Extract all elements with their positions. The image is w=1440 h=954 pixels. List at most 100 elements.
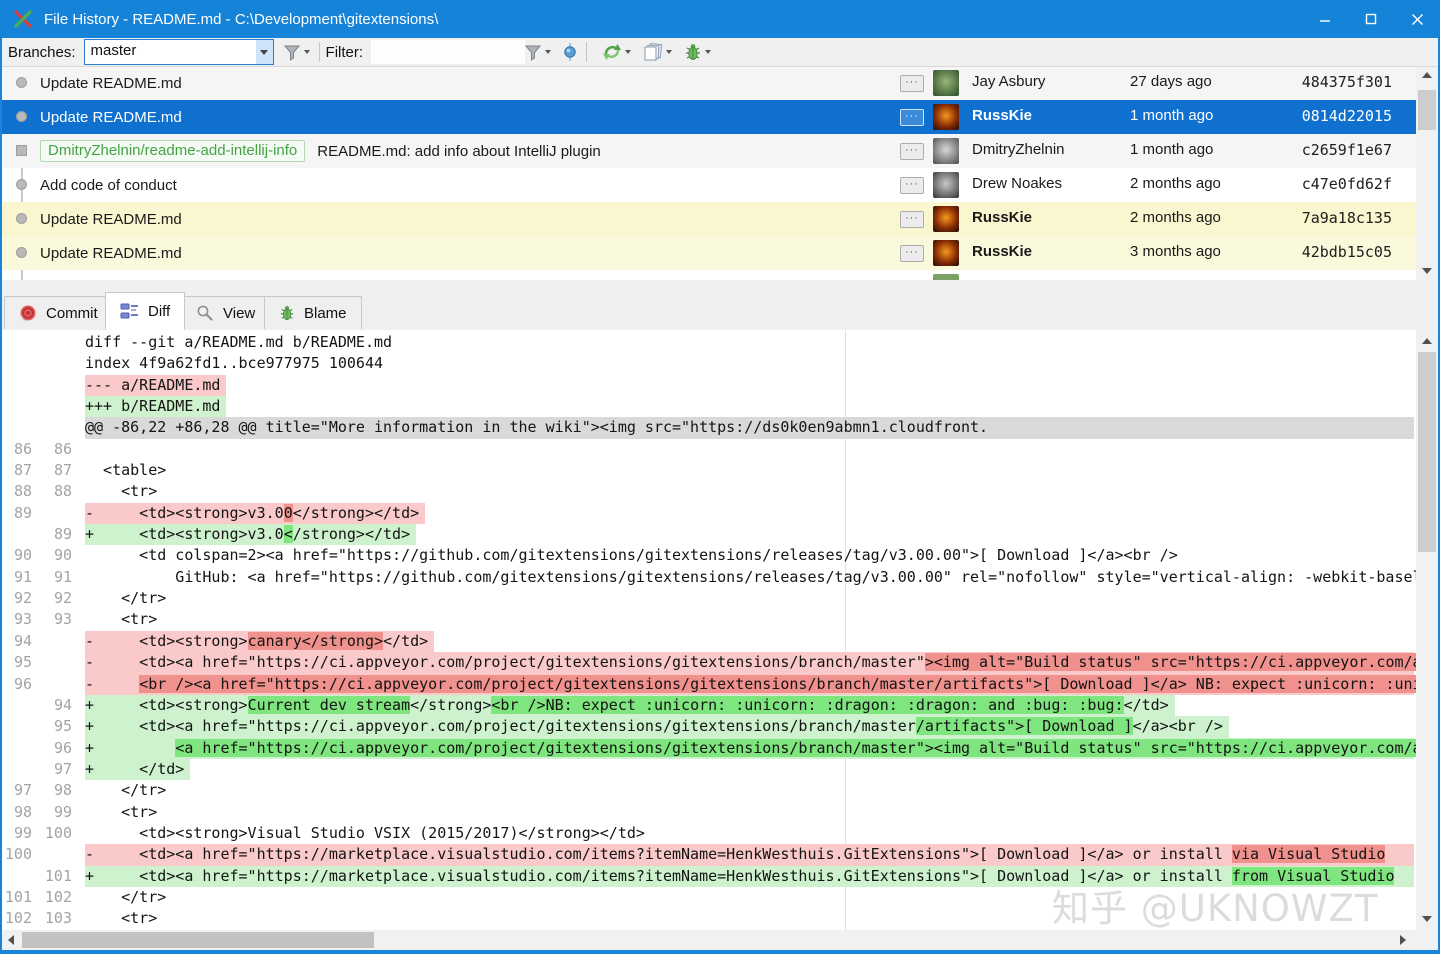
branch-filter-button[interactable] — [280, 42, 313, 63]
graph-node-circle — [16, 213, 27, 224]
more-actions-button[interactable]: ··· — [900, 109, 924, 126]
scrollbar-thumb[interactable] — [22, 932, 374, 948]
scroll-down-icon[interactable] — [1416, 262, 1438, 280]
file-history-window: File History - README.md - C:\Developmen… — [0, 0, 1440, 954]
commit-author: RussKie — [972, 243, 1032, 260]
old-line-number — [2, 695, 32, 716]
old-line-number: 93 — [2, 609, 32, 630]
close-button[interactable] — [1394, 0, 1440, 38]
minimize-button[interactable] — [1302, 0, 1348, 38]
diff-line: 96- <br /><a href="https://ci.appveyor.c… — [2, 674, 1416, 695]
old-line-number: 88 — [2, 481, 32, 502]
diff-line: 9899 <tr> — [2, 802, 1416, 823]
diff-line-text: + <td><strong>v3.0</strong></td> — [85, 524, 1416, 545]
commit-message-cell: Update README.md — [40, 202, 182, 236]
tab-commit[interactable]: Commit — [4, 296, 113, 329]
chevron-down-icon — [304, 50, 310, 54]
old-line-number: 98 — [2, 802, 32, 823]
diff-line-text: </tr> — [85, 780, 1416, 801]
more-actions-button[interactable]: ··· — [900, 143, 924, 160]
diff-line: 94- <td><strong>canary</strong></td> — [2, 631, 1416, 652]
scroll-right-icon[interactable] — [1392, 931, 1414, 949]
magnifier-icon — [196, 304, 214, 322]
diff-line-text: <tr> — [85, 609, 1416, 630]
goto-commit-button[interactable] — [560, 40, 580, 64]
old-line-number — [2, 759, 32, 780]
more-actions-button[interactable]: ··· — [900, 75, 924, 92]
commit-row[interactable]: Update README.md···RussKie1 month ago081… — [2, 100, 1416, 134]
new-line-number: 103 — [32, 908, 72, 929]
diff-line: 89- <td><strong>v3.00</strong></td> — [2, 503, 1416, 524]
filter-input[interactable] — [371, 40, 525, 64]
tab-label: View — [223, 305, 255, 322]
commit-message-cell: Update README.md — [40, 236, 182, 270]
new-line-number — [32, 396, 72, 417]
commit-row[interactable]: Update README.md···RussKie2 months ago7a… — [2, 202, 1416, 236]
new-line-number: 102 — [32, 887, 72, 908]
scroll-up-icon[interactable] — [1416, 66, 1438, 84]
diff-lines: diff --git a/README.md b/README.mdindex … — [2, 332, 1416, 930]
more-actions-button[interactable]: ··· — [900, 177, 924, 194]
diff-icon — [120, 303, 139, 320]
commit-message: Update README.md — [40, 245, 182, 262]
diff-viewer[interactable]: diff --git a/README.md b/README.mdindex … — [2, 330, 1416, 930]
commit-row[interactable]: DmitryZhelnin/readme-add-intellij-info RE… — [2, 134, 1416, 168]
commit-row[interactable]: Update README.md···Jay Asbury27 days ago… — [2, 66, 1416, 100]
splitter[interactable] — [2, 280, 1438, 291]
commit-list-scrollbar[interactable] — [1416, 66, 1438, 280]
branches-combobox[interactable]: master — [84, 39, 274, 65]
maximize-button[interactable] — [1348, 0, 1394, 38]
diff-line: --- a/README.md — [2, 375, 1416, 396]
tab-label: Blame — [304, 305, 347, 322]
more-actions-button[interactable]: ··· — [900, 245, 924, 262]
new-line-number: 94 — [32, 695, 72, 716]
tab-diff[interactable]: Diff — [105, 292, 185, 330]
tab-view[interactable]: View — [181, 296, 270, 329]
filter-label: Filter: — [326, 44, 364, 61]
commit-row[interactable]: Add code of conduct···Drew Noakes2 month… — [2, 168, 1416, 202]
diff-line: 95- <td><a href="https://ci.appveyor.com… — [2, 652, 1416, 673]
branches-dropdown-icon[interactable] — [256, 40, 273, 64]
commit-message: README.md: add info about IntelliJ plugi… — [317, 143, 600, 160]
scrollbar-thumb[interactable] — [1418, 90, 1436, 130]
copy-button[interactable] — [640, 40, 675, 64]
old-line-number: 89 — [2, 503, 32, 524]
diff-line: 9090 <td colspan=2><a href="https://gith… — [2, 545, 1416, 566]
diff-line-text: --- a/README.md — [85, 375, 1416, 396]
scroll-down-icon[interactable] — [1416, 910, 1438, 928]
diff-line: 97+ </td> — [2, 759, 1416, 780]
diff-line: diff --git a/README.md b/README.md — [2, 332, 1416, 353]
diff-line: 96+ <a href="https://ci.appveyor.com/pro… — [2, 738, 1416, 759]
new-line-number: 95 — [32, 716, 72, 737]
commit-hash: 42bdb15c05 — [1242, 243, 1392, 261]
diff-line: 8686 — [2, 439, 1416, 460]
graph-node-circle — [16, 111, 27, 122]
new-line-number — [32, 417, 72, 438]
diff-line: 9191 GitHub: <a href="https://github.com… — [2, 567, 1416, 588]
more-actions-button[interactable]: ··· — [900, 211, 924, 228]
old-line-number: 90 — [2, 545, 32, 566]
old-line-number: 96 — [2, 674, 32, 695]
old-line-number: 86 — [2, 439, 32, 460]
new-line-number: 86 — [32, 439, 72, 460]
scroll-left-icon[interactable] — [0, 931, 22, 949]
commit-author: DmitryZhelnin — [972, 141, 1065, 158]
avatar — [933, 70, 959, 96]
diff-line-text: +++ b/README.md — [85, 396, 1416, 417]
branch-label[interactable]: DmitryZhelnin/readme-add-intellij-info — [40, 140, 305, 162]
commit-message-cell: Update README.md — [40, 66, 182, 100]
old-line-number — [2, 332, 32, 353]
scroll-up-icon[interactable] — [1416, 332, 1438, 350]
tab-blame[interactable]: Blame — [264, 296, 362, 329]
commit-row[interactable]: Update README.md···RussKie3 months ago42… — [2, 236, 1416, 270]
old-line-number — [2, 353, 32, 374]
new-line-number: 100 — [32, 823, 72, 844]
new-line-number: 101 — [32, 866, 72, 887]
horizontal-scrollbar[interactable] — [2, 930, 1438, 950]
scrollbar-thumb[interactable] — [1418, 352, 1436, 552]
new-line-number — [32, 353, 72, 374]
revision-filter-button[interactable] — [521, 42, 554, 63]
report-issue-button[interactable] — [681, 40, 714, 64]
refresh-button[interactable] — [599, 40, 634, 64]
diff-scrollbar[interactable] — [1416, 330, 1438, 930]
